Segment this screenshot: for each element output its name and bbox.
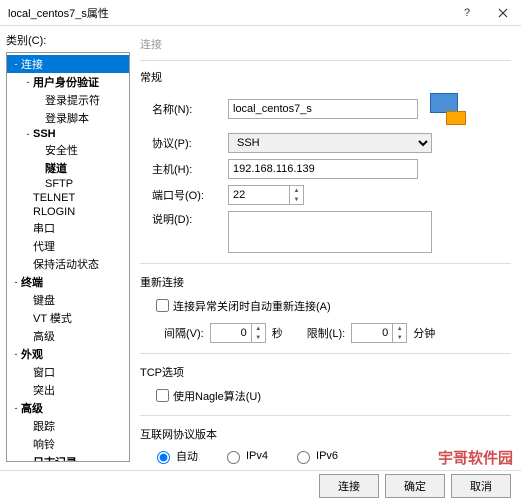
- spinner-up-icon[interactable]: ▲: [392, 324, 406, 333]
- spinner-up-icon[interactable]: ▲: [251, 324, 265, 333]
- divider: [140, 263, 511, 264]
- cancel-button[interactable]: 取消: [451, 474, 511, 498]
- desc-textarea[interactable]: [228, 211, 432, 253]
- tree-item[interactable]: 隧道: [7, 159, 129, 177]
- spinner-up-icon[interactable]: ▲: [289, 186, 303, 195]
- ok-button[interactable]: 确定: [385, 474, 445, 498]
- tree-item[interactable]: 窗口: [7, 363, 129, 381]
- tree-item[interactable]: -用户身份验证: [7, 73, 129, 91]
- spinner-down-icon[interactable]: ▼: [251, 333, 265, 342]
- spinner-down-icon[interactable]: ▼: [392, 333, 406, 342]
- divider: [140, 353, 511, 354]
- limit-stepper[interactable]: 0 ▲▼: [351, 323, 407, 343]
- category-panel: 类别(C): -连接-用户身份验证登录提示符登录脚本-SSH安全性隧道SFTPT…: [0, 26, 130, 470]
- radio-ipv4[interactable]: IPv4: [222, 448, 268, 464]
- tree-item[interactable]: 突出: [7, 381, 129, 399]
- interval-label: 间隔(V):: [164, 325, 204, 341]
- tree-item[interactable]: 代理: [7, 237, 129, 255]
- tree-item[interactable]: 响铃: [7, 435, 129, 453]
- protocol-label: 协议(P):: [152, 135, 228, 151]
- ipver-section-label: 互联网协议版本: [140, 426, 511, 442]
- tree-item[interactable]: -SSH: [7, 127, 129, 141]
- tree-item[interactable]: 登录提示符: [7, 91, 129, 109]
- connection-icon: [426, 91, 466, 127]
- spinner-down-icon[interactable]: ▼: [289, 195, 303, 204]
- name-label: 名称(N):: [152, 101, 228, 117]
- auto-reconnect-label: 连接异常关闭时自动重新连接(A): [173, 298, 331, 314]
- desc-label: 说明(D):: [152, 211, 228, 227]
- titlebar: local_centos7_s属性 ?: [0, 0, 521, 26]
- tree-item[interactable]: -外观: [7, 345, 129, 363]
- port-stepper[interactable]: 22 ▲▼: [228, 185, 304, 205]
- host-input[interactable]: [228, 159, 418, 179]
- tree-item[interactable]: TELNET: [7, 191, 129, 205]
- nagle-label: 使用Nagle算法(U): [173, 388, 261, 404]
- limit-label: 限制(L):: [307, 325, 346, 341]
- tree-item[interactable]: 高级: [7, 327, 129, 345]
- connect-button[interactable]: 连接: [319, 474, 379, 498]
- tree-item[interactable]: RLOGIN: [7, 205, 129, 219]
- tree-item[interactable]: -终端: [7, 273, 129, 291]
- tree-item[interactable]: SFTP: [7, 177, 129, 191]
- tree-item[interactable]: 串口: [7, 219, 129, 237]
- panel-title: 连接: [140, 32, 511, 61]
- help-button[interactable]: ?: [449, 0, 485, 26]
- tree-item[interactable]: 日志记录: [7, 453, 129, 462]
- close-icon: [498, 8, 508, 18]
- close-button[interactable]: [485, 0, 521, 26]
- tree-item[interactable]: 保持活动状态: [7, 255, 129, 273]
- nagle-checkbox[interactable]: [156, 389, 169, 402]
- tcp-section-label: TCP选项: [140, 364, 511, 380]
- tree-item[interactable]: 键盘: [7, 291, 129, 309]
- category-tree[interactable]: -连接-用户身份验证登录提示符登录脚本-SSH安全性隧道SFTPTELNETRL…: [6, 52, 130, 462]
- interval-stepper[interactable]: 0 ▲▼: [210, 323, 266, 343]
- reconnect-section-label: 重新连接: [140, 274, 511, 290]
- tree-item[interactable]: -连接: [7, 55, 129, 73]
- dialog-footer: 连接 确定 取消: [0, 470, 521, 500]
- window-title: local_centos7_s属性: [8, 5, 449, 21]
- protocol-select[interactable]: SSH: [228, 133, 432, 153]
- port-label: 端口号(O):: [152, 187, 228, 203]
- radio-auto[interactable]: 自动: [152, 448, 198, 464]
- divider: [140, 415, 511, 416]
- tree-item[interactable]: 安全性: [7, 141, 129, 159]
- auto-reconnect-checkbox[interactable]: [156, 299, 169, 312]
- tree-item[interactable]: 跟踪: [7, 417, 129, 435]
- tree-item[interactable]: -高级: [7, 399, 129, 417]
- category-label: 类别(C):: [6, 32, 130, 48]
- minutes-label: 分钟: [413, 325, 435, 341]
- seconds-label: 秒: [272, 325, 283, 341]
- radio-ipv6[interactable]: IPv6: [292, 448, 338, 464]
- host-label: 主机(H):: [152, 161, 228, 177]
- general-section-label: 常规: [140, 69, 511, 85]
- name-input[interactable]: [228, 99, 418, 119]
- tree-item[interactable]: VT 模式: [7, 309, 129, 327]
- settings-panel: 连接 常规 名称(N): 协议(P): SSH 主机(H): 端口号(O): 2…: [130, 26, 521, 470]
- tree-item[interactable]: 登录脚本: [7, 109, 129, 127]
